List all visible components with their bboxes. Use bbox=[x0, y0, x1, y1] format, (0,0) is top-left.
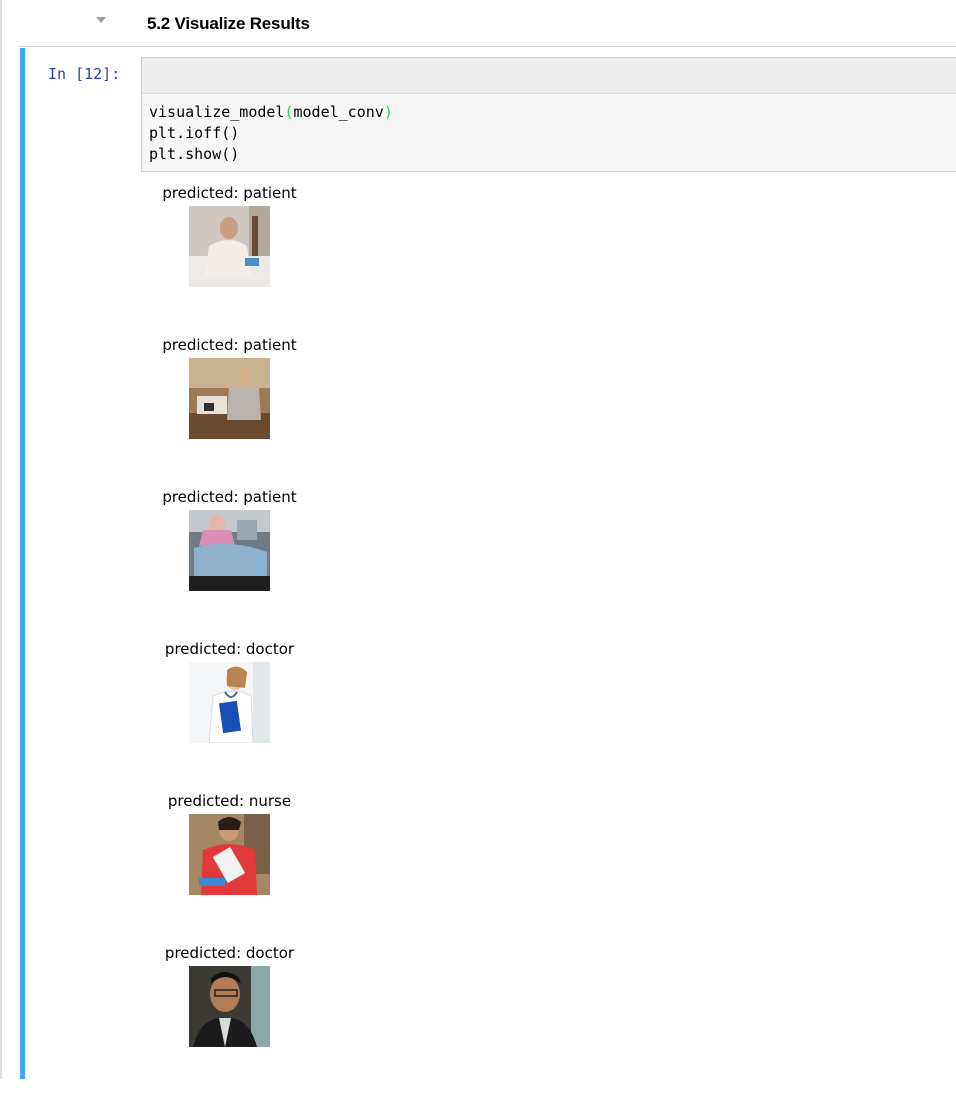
figure-title: predicted: patient bbox=[162, 488, 297, 506]
male-doctor-portrait-photo bbox=[189, 966, 270, 1047]
collapse-section-caret-icon[interactable] bbox=[96, 17, 106, 23]
figure-title: predicted: patient bbox=[162, 336, 297, 354]
code-text[interactable]: visualize_model(model_conv) plt.ioff() p… bbox=[149, 102, 393, 165]
output-figure: predicted: patient bbox=[141, 488, 321, 640]
left-gutter-line bbox=[0, 0, 2, 1079]
code-input-empty-line[interactable] bbox=[142, 58, 956, 94]
output-figure: predicted: patient bbox=[141, 184, 321, 336]
output-figure: predicted: patient bbox=[141, 336, 321, 488]
code-token-paren-open: ( bbox=[284, 103, 294, 121]
output-figure: predicted: doctor bbox=[141, 944, 321, 1096]
nurse-in-red-vest-photo bbox=[189, 814, 270, 895]
code-line-2: plt.ioff() bbox=[149, 124, 240, 142]
cell-selection-indicator bbox=[20, 48, 25, 1079]
output-figure: predicted: nurse bbox=[141, 792, 321, 944]
code-input-editor[interactable]: visualize_model(model_conv) plt.ioff() p… bbox=[141, 57, 956, 172]
code-token-argument: model_conv bbox=[293, 103, 384, 121]
figure-title: predicted: doctor bbox=[164, 944, 295, 962]
code-line-1: visualize_model(model_conv) bbox=[149, 103, 393, 121]
figure-title: predicted: patient bbox=[162, 184, 297, 202]
code-line-3: plt.show() bbox=[149, 145, 240, 163]
figure-title: predicted: nurse bbox=[167, 792, 292, 810]
code-token-paren-close: ) bbox=[383, 103, 393, 121]
patient-on-stretcher-photo bbox=[189, 510, 270, 591]
section-heading: 5.2 Visualize Results bbox=[147, 14, 310, 33]
cell-separator bbox=[18, 46, 956, 47]
input-prompt: In [12]: bbox=[48, 65, 121, 83]
female-doctor-with-clipboard-photo bbox=[189, 662, 270, 743]
patient-with-caregiver-photo bbox=[189, 358, 270, 439]
output-figure: predicted: doctor bbox=[141, 640, 321, 792]
code-token-function: visualize_model bbox=[149, 103, 285, 121]
patient-in-hospital-bed-photo bbox=[189, 206, 270, 287]
figure-title: predicted: doctor bbox=[164, 640, 295, 658]
